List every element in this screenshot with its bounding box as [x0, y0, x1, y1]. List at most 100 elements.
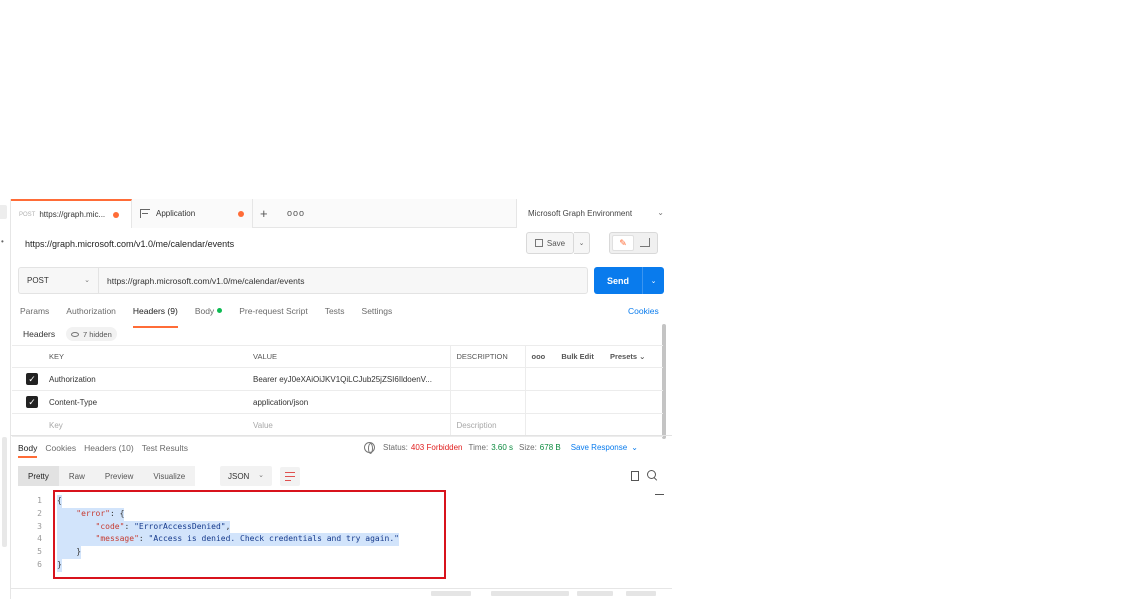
- line-number: 3: [37, 521, 42, 531]
- row-actions: [525, 390, 663, 414]
- format-pretty[interactable]: Pretty: [18, 466, 59, 486]
- send-options-button[interactable]: ⌄: [642, 267, 664, 294]
- search-icon[interactable]: [647, 470, 656, 479]
- tab-authorization[interactable]: Authorization: [66, 306, 116, 322]
- environment-select[interactable]: Microsoft Graph Environment ⌄: [516, 199, 672, 228]
- save-options-button[interactable]: ⌄: [574, 232, 590, 254]
- globe-icon[interactable]: [364, 442, 375, 454]
- row-checkbox-cell: [12, 413, 43, 437]
- hidden-count: 7 hidden: [83, 329, 112, 339]
- copy-icon[interactable]: [631, 471, 639, 481]
- table-row-placeholder: Key Value Description: [12, 413, 663, 437]
- more-tabs-button[interactable]: ooo: [287, 208, 305, 218]
- chevron-down-icon: ⌄: [84, 277, 90, 284]
- response-format-tabs: Pretty Raw Preview Visualize: [18, 466, 196, 486]
- row-checkbox-cell: ✓: [12, 367, 43, 391]
- edit-pencil-icon[interactable]: ✎: [612, 235, 634, 251]
- tab-tests[interactable]: Tests: [325, 306, 345, 322]
- save-button[interactable]: Save: [526, 232, 574, 254]
- tab-application[interactable]: Application: [132, 199, 253, 228]
- key-placeholder[interactable]: Key: [43, 413, 247, 437]
- status-label: Status:: [383, 443, 408, 452]
- sidebar-scrollbar[interactable]: [2, 437, 7, 547]
- chevron-down-icon: ⌄: [578, 240, 585, 247]
- status-bar-item[interactable]: [431, 591, 471, 596]
- language-label: JSON: [228, 471, 250, 481]
- checkbox-checked[interactable]: ✓: [26, 396, 38, 408]
- row-actions: [525, 413, 663, 437]
- save-label: Save: [546, 238, 566, 248]
- tab-body-label: Body: [194, 306, 215, 316]
- request-tabs: Params Authorization Headers (9) Body Pr…: [20, 306, 409, 328]
- response-tab-headers[interactable]: Headers (10): [84, 443, 134, 453]
- environment-label: Microsoft Graph Environment: [528, 209, 633, 218]
- header-description[interactable]: [450, 367, 526, 391]
- header-key[interactable]: Authorization: [43, 367, 247, 391]
- method-select[interactable]: POST ⌄: [18, 267, 98, 294]
- response-tab-body[interactable]: Body: [18, 443, 38, 458]
- tab-bar: POST https://graph.mic... Application + …: [11, 199, 672, 228]
- new-tab-button[interactable]: +: [260, 206, 268, 221]
- send-button[interactable]: Send: [594, 267, 642, 294]
- time-value[interactable]: 3.60 s: [491, 443, 513, 452]
- checkbox-checked[interactable]: ✓: [26, 373, 38, 385]
- chevron-down-icon: ⌄: [258, 472, 264, 479]
- column-header-key: KEY: [43, 345, 247, 368]
- row-actions: [525, 367, 663, 391]
- presets-button[interactable]: Presets: [610, 352, 637, 361]
- sidebar-dot: •: [1, 237, 4, 246]
- documentation-icon[interactable]: [640, 238, 650, 247]
- method-label: POST: [27, 276, 49, 285]
- table-actions: ooo Bulk Edit Presets ⌄: [525, 345, 663, 368]
- tab-params[interactable]: Params: [20, 306, 49, 322]
- checkbox-column-header: [12, 345, 43, 368]
- format-visualize[interactable]: Visualize: [143, 466, 196, 486]
- time-label: Time:: [468, 443, 489, 452]
- value-placeholder[interactable]: Value: [247, 413, 451, 437]
- chevron-down-icon: ⌄: [657, 208, 664, 217]
- line-number: 5: [37, 547, 42, 557]
- status-bar-item[interactable]: [626, 591, 656, 596]
- header-key[interactable]: Content-Type: [43, 390, 247, 414]
- header-description[interactable]: [450, 390, 526, 414]
- format-raw[interactable]: Raw: [58, 466, 95, 486]
- line-number: 4: [37, 534, 42, 544]
- size-value[interactable]: 678 B: [540, 443, 561, 452]
- tab-pre-request-script[interactable]: Pre-request Script: [239, 306, 308, 322]
- sidebar-strip: •: [0, 199, 11, 599]
- column-header-description: DESCRIPTION: [450, 345, 526, 368]
- status-bar-item[interactable]: [491, 591, 569, 596]
- view-mode-toggle[interactable]: ✎: [609, 232, 658, 254]
- chevron-down-icon: ⌄: [639, 352, 646, 361]
- row-checkbox-cell: ✓: [12, 390, 43, 414]
- tab-request-events[interactable]: POST https://graph.mic...: [11, 199, 132, 228]
- url-input[interactable]: [98, 267, 588, 294]
- cookies-link[interactable]: Cookies: [628, 306, 659, 316]
- status-bar: [11, 588, 672, 599]
- sidebar-collapse-handle[interactable]: [0, 205, 7, 219]
- tab-body[interactable]: Body: [194, 306, 223, 322]
- request-name: https://graph.microsoft.com/v1.0/me/cale…: [25, 239, 235, 249]
- save-response-button[interactable]: Save Response: [571, 443, 627, 452]
- status-bar-item[interactable]: [577, 591, 613, 596]
- response-tab-test-results[interactable]: Test Results: [142, 443, 188, 453]
- column-header-value: VALUE: [247, 345, 451, 368]
- chevron-down-icon: ⌄: [631, 443, 638, 452]
- description-placeholder[interactable]: Description: [450, 413, 526, 437]
- size-label: Size:: [519, 443, 537, 452]
- format-preview[interactable]: Preview: [94, 466, 144, 486]
- hidden-headers-toggle[interactable]: 7 hidden: [66, 327, 117, 341]
- table-row: ✓ Content-Type application/json: [12, 390, 663, 414]
- status-badge[interactable]: 403 Forbidden: [411, 443, 463, 452]
- wrap-lines-icon[interactable]: [280, 467, 300, 486]
- collapse-icon[interactable]: [655, 494, 664, 495]
- language-select[interactable]: JSON ⌄: [220, 466, 272, 486]
- tab-settings[interactable]: Settings: [362, 306, 393, 322]
- tab-headers[interactable]: Headers (9): [132, 306, 178, 328]
- bulk-edit-button[interactable]: Bulk Edit: [561, 352, 594, 361]
- response-divider[interactable]: [11, 435, 672, 436]
- header-value[interactable]: application/json: [247, 390, 451, 414]
- response-tab-cookies[interactable]: Cookies: [45, 443, 76, 453]
- more-options-button[interactable]: ooo: [532, 352, 546, 361]
- header-value[interactable]: Bearer eyJ0eXAiOiJKV1QiLCJub25jZSI6Ildoe…: [247, 367, 451, 391]
